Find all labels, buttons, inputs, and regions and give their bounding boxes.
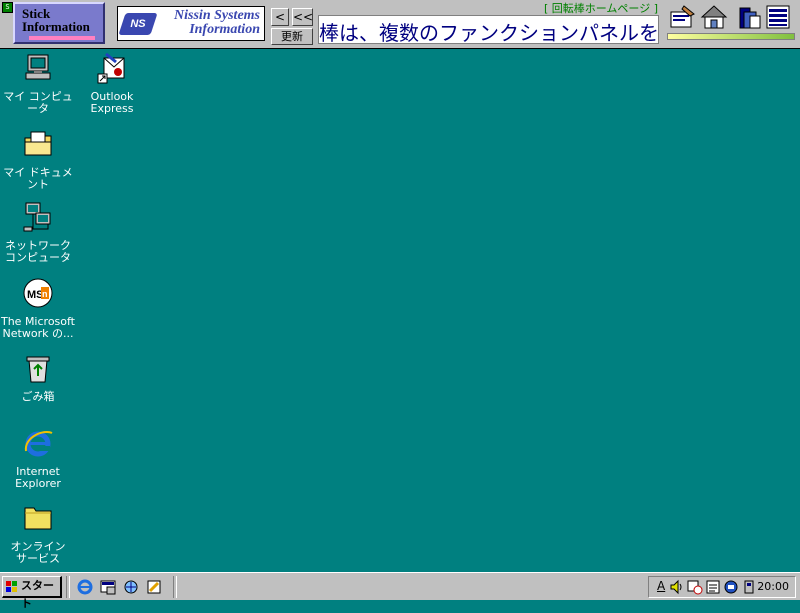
banner-line2: Information	[189, 22, 260, 37]
my-documents-icon	[24, 131, 52, 156]
panel-slider[interactable]	[667, 33, 795, 40]
nissin-systems-banner[interactable]: NS Nissin Systems Information	[117, 6, 265, 41]
icon-label: マイ コンピュータ	[3, 90, 73, 115]
desktop-icon-network-computer[interactable]: ネットワーク コンピュータ	[0, 201, 76, 264]
volume-icon[interactable]	[669, 579, 685, 595]
desktop-icon-msn[interactable]: MS n The Microsoft Network の...	[0, 277, 76, 340]
icon-label-line2: Express	[90, 102, 134, 115]
channels-icon[interactable]	[145, 578, 163, 596]
stick-information-logo[interactable]: Stick Information	[13, 2, 105, 44]
ns-logo-icon: NS	[118, 13, 158, 35]
book-icon[interactable]	[736, 4, 764, 30]
network-status-icon[interactable]	[723, 579, 739, 595]
refresh-button[interactable]: 更新	[271, 28, 313, 45]
system-tray: A 20:00	[648, 576, 796, 598]
icon-label: ごみ箱	[21, 390, 55, 403]
my-computer-icon	[25, 54, 51, 80]
windows-logo-icon	[6, 581, 17, 592]
desktop-icon-outlook-express[interactable]: Outlook Express	[74, 52, 150, 115]
desktop-icon-online-services[interactable]: オンライン サービス	[0, 502, 76, 565]
icon-label-line2: Network の...	[2, 327, 74, 340]
folder-icon	[24, 507, 52, 530]
taskbar-separator	[66, 576, 70, 598]
homepage-link[interactable]: [ 回転棒ホームページ ]	[318, 0, 658, 16]
taskbar: スタート A 20:00	[0, 572, 800, 610]
show-desktop-icon[interactable]	[99, 578, 117, 596]
network-icon	[23, 202, 51, 232]
ie-icon[interactable]	[76, 578, 94, 596]
ticker-text: 棒は、複数のファンクションパネルを持	[319, 21, 659, 44]
document-icon[interactable]	[705, 579, 721, 595]
start-button[interactable]: スタート	[2, 576, 62, 610]
svg-text:n: n	[42, 289, 48, 299]
icon-label: マイ ドキュメント	[3, 166, 73, 191]
schedule-icon[interactable]	[687, 579, 703, 595]
power-icon[interactable]	[741, 579, 757, 595]
internet-explorer-icon	[24, 431, 53, 457]
list-menu-icon[interactable]	[764, 4, 792, 30]
ime-indicator[interactable]: A	[657, 579, 665, 593]
msn-icon: MSn	[23, 278, 53, 308]
logo-accent-bar	[29, 36, 95, 40]
back-button[interactable]: <	[271, 8, 289, 26]
start-label: スタート	[21, 579, 54, 610]
desktop-icon-internet-explorer[interactable]: Internet Explorer	[0, 427, 76, 490]
memo-icon[interactable]	[668, 4, 696, 30]
stick-menu-icon[interactable]: S	[2, 2, 13, 13]
recycle-bin-icon	[26, 356, 50, 383]
banner-line1: Nissin Systems	[174, 8, 260, 23]
clock[interactable]: 20:00	[757, 580, 789, 593]
desktop-icon-my-computer[interactable]: マイ コンピュータ	[0, 52, 76, 115]
desktop-icon-my-documents[interactable]: マイ ドキュメント	[0, 128, 76, 191]
icon-label-line2: コンピュータ	[5, 251, 71, 264]
icon-label-line2: サービス	[16, 552, 60, 565]
outlook-express-icon	[97, 52, 125, 84]
outlook-icon[interactable]	[122, 578, 140, 596]
stick-info-bar: S Stick Information NS Nissin Systems In…	[0, 0, 800, 49]
home-icon[interactable]	[700, 4, 728, 30]
taskbar-separator	[173, 576, 177, 598]
icon-label-line2: Explorer	[15, 477, 61, 490]
function-panel-tools	[662, 0, 800, 48]
desktop-icon-recycle-bin[interactable]: ごみ箱	[0, 352, 76, 403]
logo-line2: Information	[22, 19, 90, 34]
rewind-button[interactable]: <<	[292, 8, 313, 26]
ticker-panel: 棒は、複数のファンクションパネルを持	[318, 15, 659, 44]
